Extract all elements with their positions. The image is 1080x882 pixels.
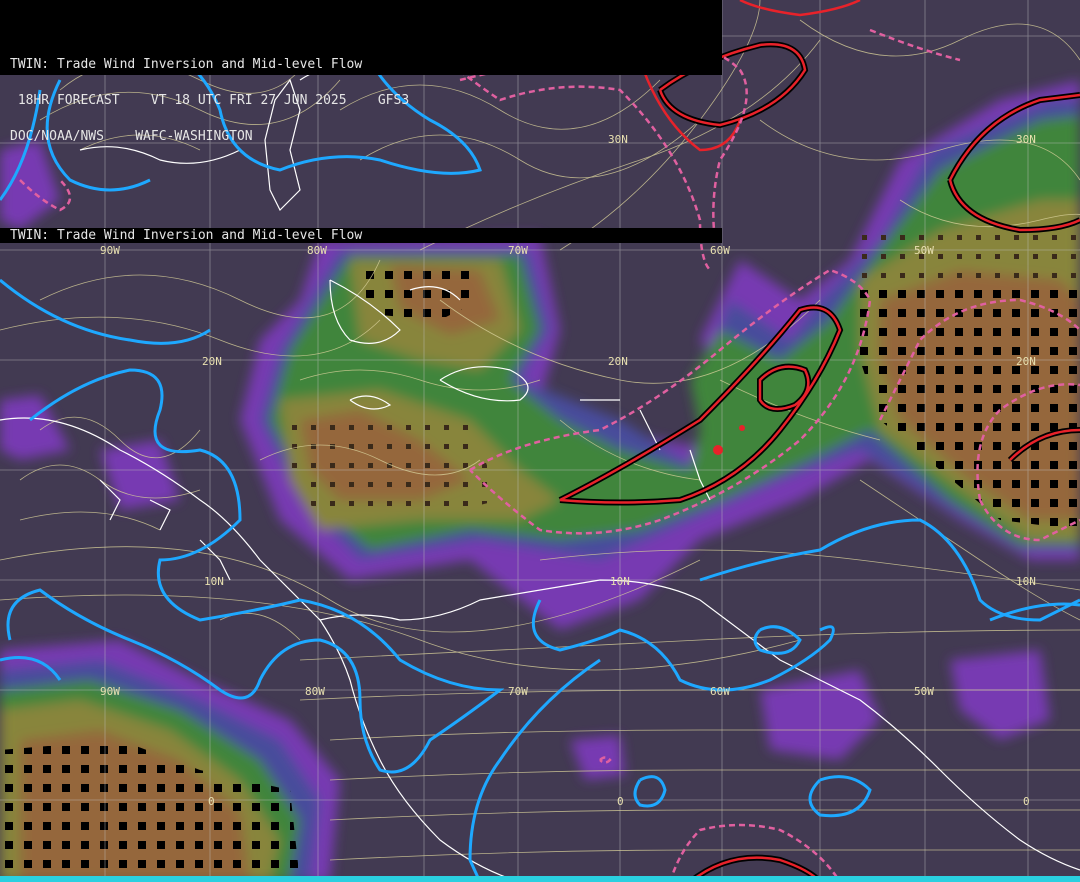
lon-label: 50W [914,685,934,698]
lon-label: 60W [710,685,730,698]
lat-label: 20N [202,355,222,368]
lat-label: 20N [1016,355,1036,368]
lon-label: 90W [100,244,120,257]
lon-label: 70W [508,685,528,698]
equator-label: 0 [1023,795,1030,808]
lat-label: 30N [1016,133,1036,146]
lon-label: 90W [100,685,120,698]
map-title: TWIN: Trade Wind Inversion and Mid-level… [10,57,363,72]
lat-label: 20N [608,355,628,368]
map-header: TWIN: Trade Wind Inversion and Mid-level… [0,0,722,143]
lon-label: 70W [508,244,528,257]
lat-label: 10N [204,575,224,588]
equator-label: 0 [208,795,215,808]
lat-label: 30N [608,133,628,146]
lon-label: 50W [914,244,934,257]
bottom-border [0,876,1080,882]
secondary-title-bar: TWIN: Trade Wind Inversion and Mid-level… [0,228,722,243]
lon-label: 80W [305,685,325,698]
lat-label: 10N [610,575,630,588]
lat-label: 10N [1016,575,1036,588]
lon-label: 60W [710,244,730,257]
lon-label: 80W [307,244,327,257]
equator-label: 0 [617,795,624,808]
forecast-valid-time: 18HR FORECAST VT 18 UTC FRI 27 JUN 2025 … [10,93,410,108]
